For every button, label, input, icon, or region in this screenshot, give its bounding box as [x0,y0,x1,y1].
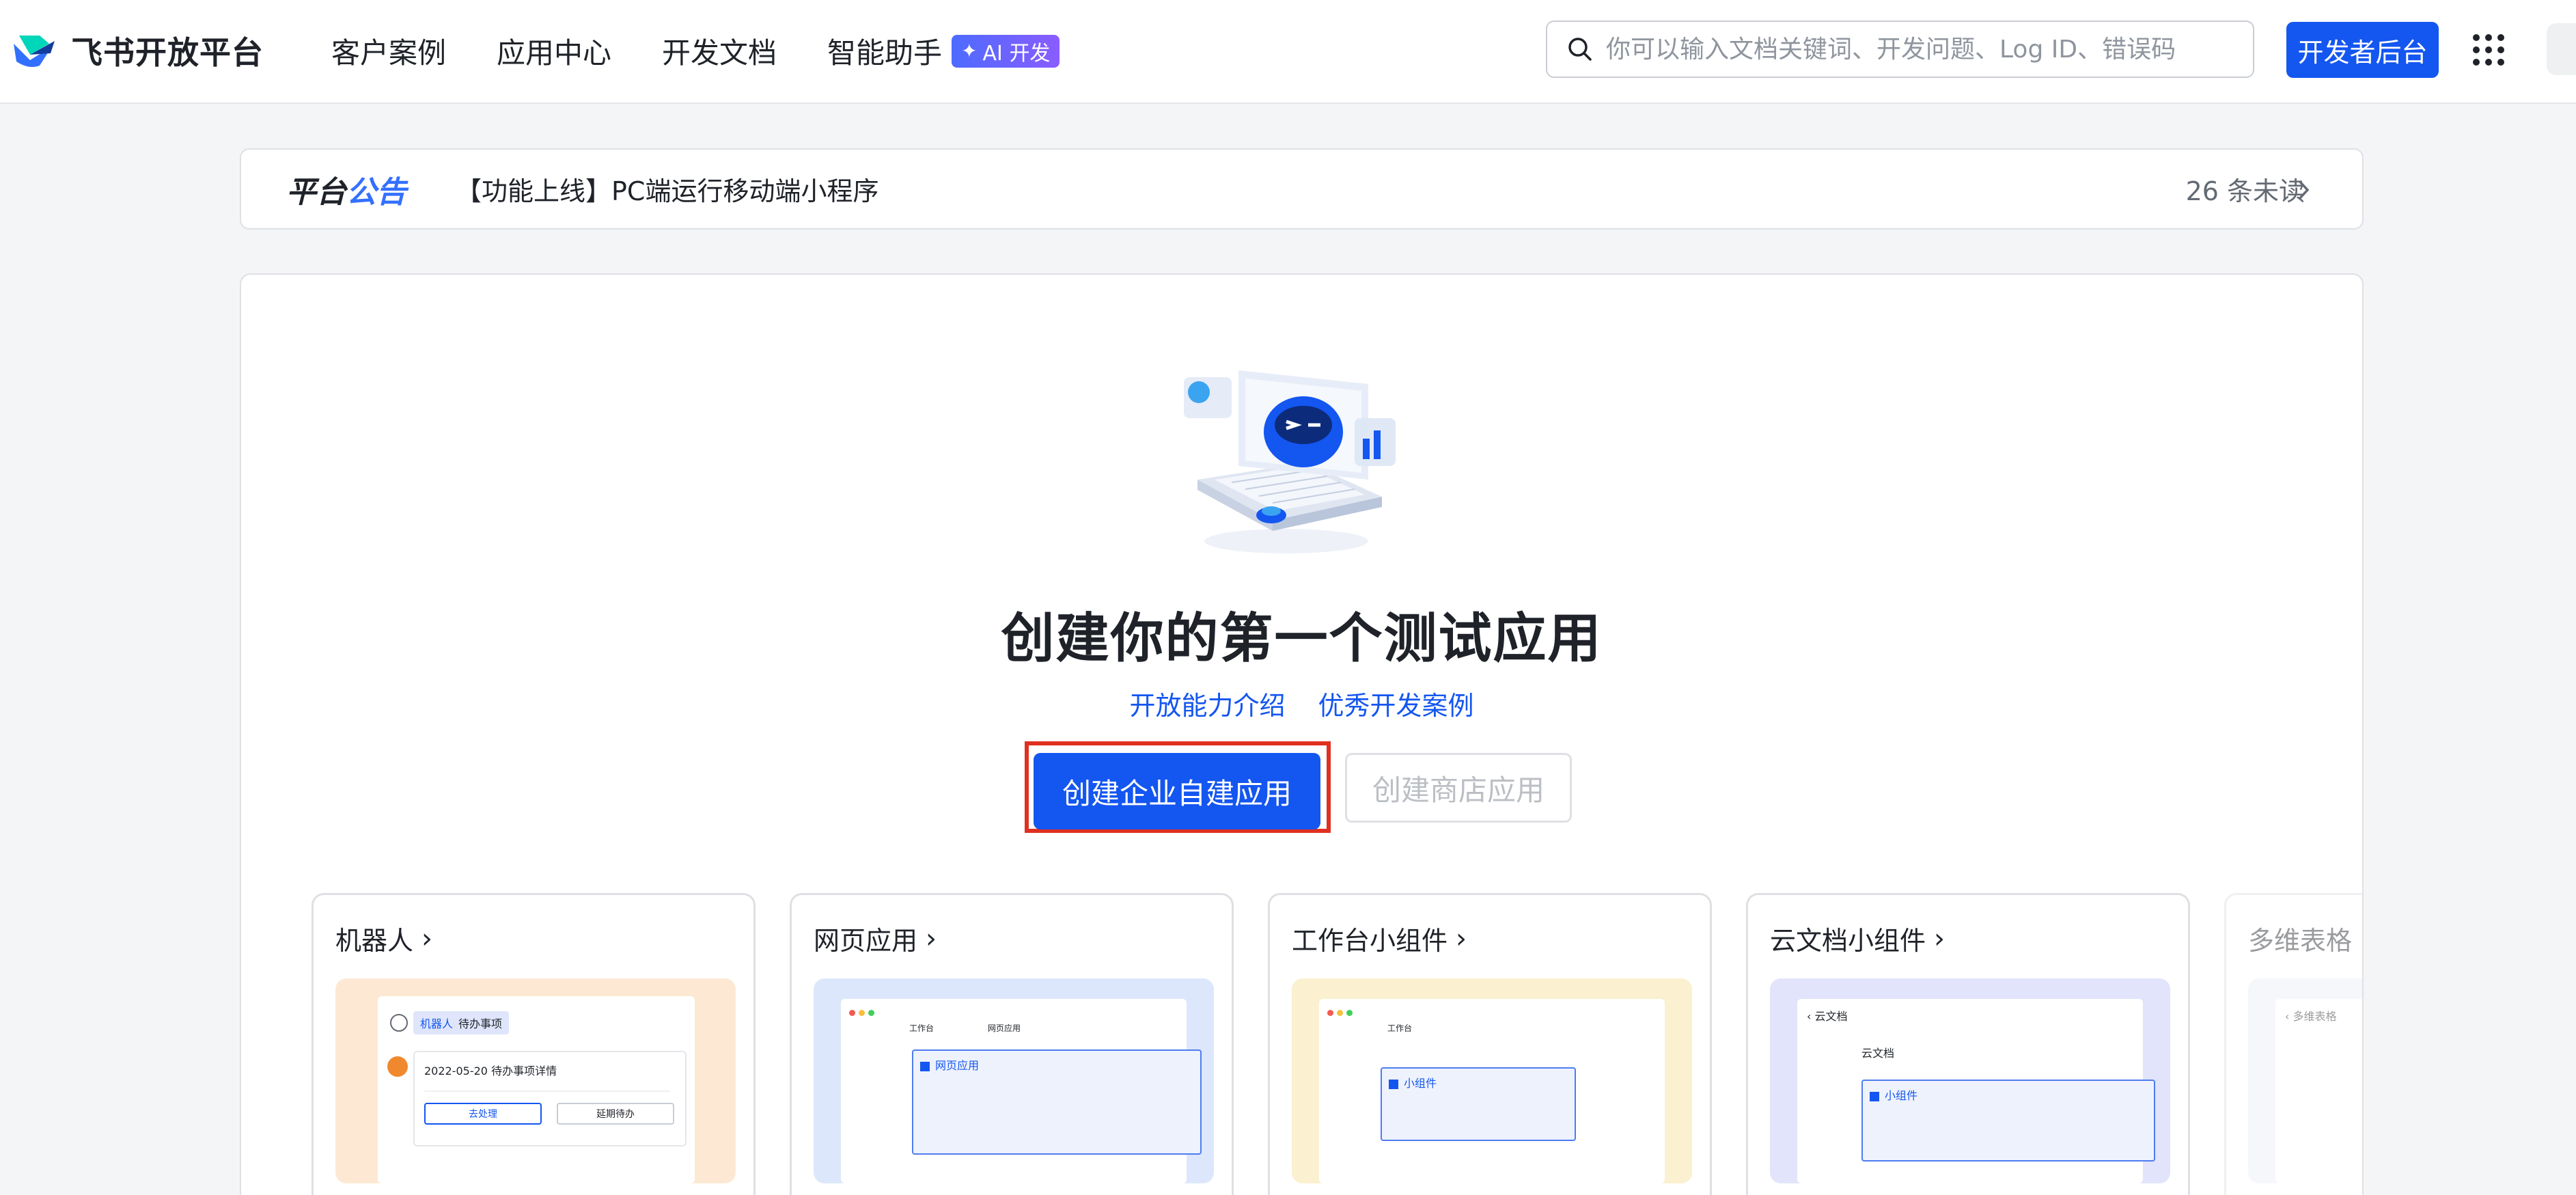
bot-tag: 机器人 待办事项 [413,1011,510,1034]
docs-widget-preview: ‹ 云文档 云文档 小组件 [1770,978,2170,1183]
bot-preview-window: 机器人 待办事项 2022-05-20 待办事项详情 去处理 延期待办 [378,996,695,1183]
ai-dev-badge-label: AI 开发 [982,41,1051,66]
web-tab-2: 网页应用 [988,1024,1021,1033]
card-bot[interactable]: 机器人 › 机器人 待办事项 2022-05-20 待办事项详情 去处理 延期待… [311,893,756,1195]
card-docs-widget[interactable]: 云文档小组件 › ‹ 云文档 云文档 小组件 [1746,893,2190,1195]
developer-console-button[interactable]: 开发者后台 [2286,22,2439,78]
window-dots [849,1006,875,1019]
create-store-app-button[interactable]: 创建商店应用 [1345,753,1572,823]
docs-widget-box: 小组件 [1861,1080,2155,1162]
chevron-right-icon [2298,180,2310,200]
bot-postpone-button: 延期待办 [557,1103,674,1125]
announcement-title: 平台公告 [286,167,406,211]
workbench-preview-window: 工作台 小组件 [1319,999,1665,1183]
workbench-widget-label: 小组件 [1404,1077,1437,1090]
docs-header-label: 云文档 [1814,1010,1848,1023]
workbench-preview: 工作台 小组件 [1292,978,1692,1183]
card-web-app[interactable]: 网页应用 › 工作台 网页应用 网页应用 [790,893,1234,1195]
divider [424,1090,670,1092]
nav-dev-docs[interactable]: 开发文档 [662,30,777,72]
bot-tag-title: 待办事项 [458,1017,503,1030]
announcement-title-part1: 平台 [286,174,346,210]
bot-handle-button: 去处理 [424,1103,542,1125]
chevron-right-icon: › [421,922,433,954]
bitable-header-label: 多维表格 [2293,1010,2337,1023]
bitable-preview: ‹ 多维表格 [2248,978,2362,1183]
window-dots [1327,1006,1353,1019]
top-header: 飞书开放平台 客户案例 应用中心 开发文档 智能助手 ✦ AI 开发 开发者后台 [0,0,2576,104]
card-title-label: 多维表格 [2248,926,2353,956]
card-title: 多维表格 [2248,920,2352,957]
search-input[interactable] [1606,35,2221,64]
app-type-cards: 机器人 › 机器人 待办事项 2022-05-20 待办事项详情 去处理 延期待… [311,893,2362,1195]
app-grid-icon[interactable] [2471,33,2506,67]
web-app-box-label: 网页应用 [935,1059,980,1072]
search-icon [1568,38,1592,61]
card-title: 云文档小组件 › [1770,920,1945,957]
feishu-logo-icon [14,36,55,67]
nav-smart-assistant[interactable]: 智能助手 [827,30,942,72]
card-workbench-widget[interactable]: 工作台小组件 › 工作台 小组件 [1268,893,1712,1195]
web-preview-window: 工作台 网页应用 网页应用 [841,999,1202,1183]
announcement-text[interactable]: 【功能上线】PC端运行移动端小程序 [456,170,878,208]
search-box[interactable] [1546,20,2254,78]
bot-message-card: 2022-05-20 待办事项详情 去处理 延期待办 [413,1051,687,1146]
bot-preview: 机器人 待办事项 2022-05-20 待办事项详情 去处理 延期待办 [335,978,736,1183]
chevron-right-icon: › [1934,922,1945,954]
create-enterprise-app-button[interactable]: 创建企业自建应用 [1034,753,1320,829]
logo[interactable]: 飞书开放平台 [10,26,264,75]
ai-dev-badge[interactable]: ✦ AI 开发 [952,34,1060,68]
announcement-unread-count[interactable]: 26 条未读 [2186,170,2305,208]
nav-customer-cases[interactable]: 客户案例 [331,30,446,72]
card-title: 机器人 › [335,920,432,957]
docs-widget-label: 小组件 [1885,1089,1918,1102]
card-title: 工作台小组件 › [1292,920,1467,957]
link-capability-intro[interactable]: 开放能力介绍 [1129,691,1285,721]
user-avatar-icon [390,1014,408,1032]
main-nav: 客户案例 应用中心 开发文档 智能助手 ✦ AI 开发 [331,30,1060,72]
web-app-box: 网页应用 [912,1049,1202,1155]
bitable-header: ‹ 多维表格 [2285,1010,2337,1023]
main-panel: 创建你的第一个测试应用 开放能力介绍 优秀开发案例 创建企业自建应用 创建商店应… [240,273,2364,1195]
bot-tag-label: 机器人 [420,1017,454,1030]
card-title-label: 网页应用 [814,926,918,956]
workbench-tab: 工作台 [1387,1024,1413,1033]
docs-preview-window: ‹ 云文档 云文档 小组件 [1797,999,2155,1183]
card-title-label: 机器人 [335,926,414,956]
logo-text: 飞书开放平台 [71,34,264,71]
web-app-preview: 工作台 网页应用 网页应用 [814,978,1214,1183]
announcement-bar[interactable]: 平台公告 【功能上线】PC端运行移动端小程序 26 条未读 [240,148,2364,230]
workbench-widget-box: 小组件 [1381,1067,1576,1141]
card-bitable[interactable]: 多维表格 ‹ 多维表格 [2224,893,2362,1195]
card-title-label: 云文档小组件 [1770,926,1926,956]
sparkle-icon: ✦ [961,40,978,62]
hero-title: 创建你的第一个测试应用 [1001,608,1603,670]
announcement-title-part2: 公告 [346,174,406,210]
link-dev-cases[interactable]: 优秀开发案例 [1318,691,1474,721]
avatar[interactable] [2547,23,2576,75]
web-tab-1: 工作台 [909,1024,934,1033]
intro-links: 开放能力介绍 优秀开发案例 [241,685,2362,722]
nav-app-center[interactable]: 应用中心 [497,30,611,72]
chevron-right-icon: › [926,922,937,954]
bot-avatar-icon [387,1056,408,1077]
card-title-label: 工作台小组件 [1292,926,1448,956]
docs-sub: 云文档 [1861,1047,1895,1060]
bot-message-date: 2022-05-20 待办事项详情 [424,1064,557,1077]
chevron-right-icon: › [1456,922,1467,954]
card-title: 网页应用 › [814,920,937,957]
bitable-preview-window: ‹ 多维表格 [2275,999,2362,1183]
docs-header: ‹ 云文档 [1807,1010,1848,1023]
laptop-robot-illustration [1184,370,1396,553]
